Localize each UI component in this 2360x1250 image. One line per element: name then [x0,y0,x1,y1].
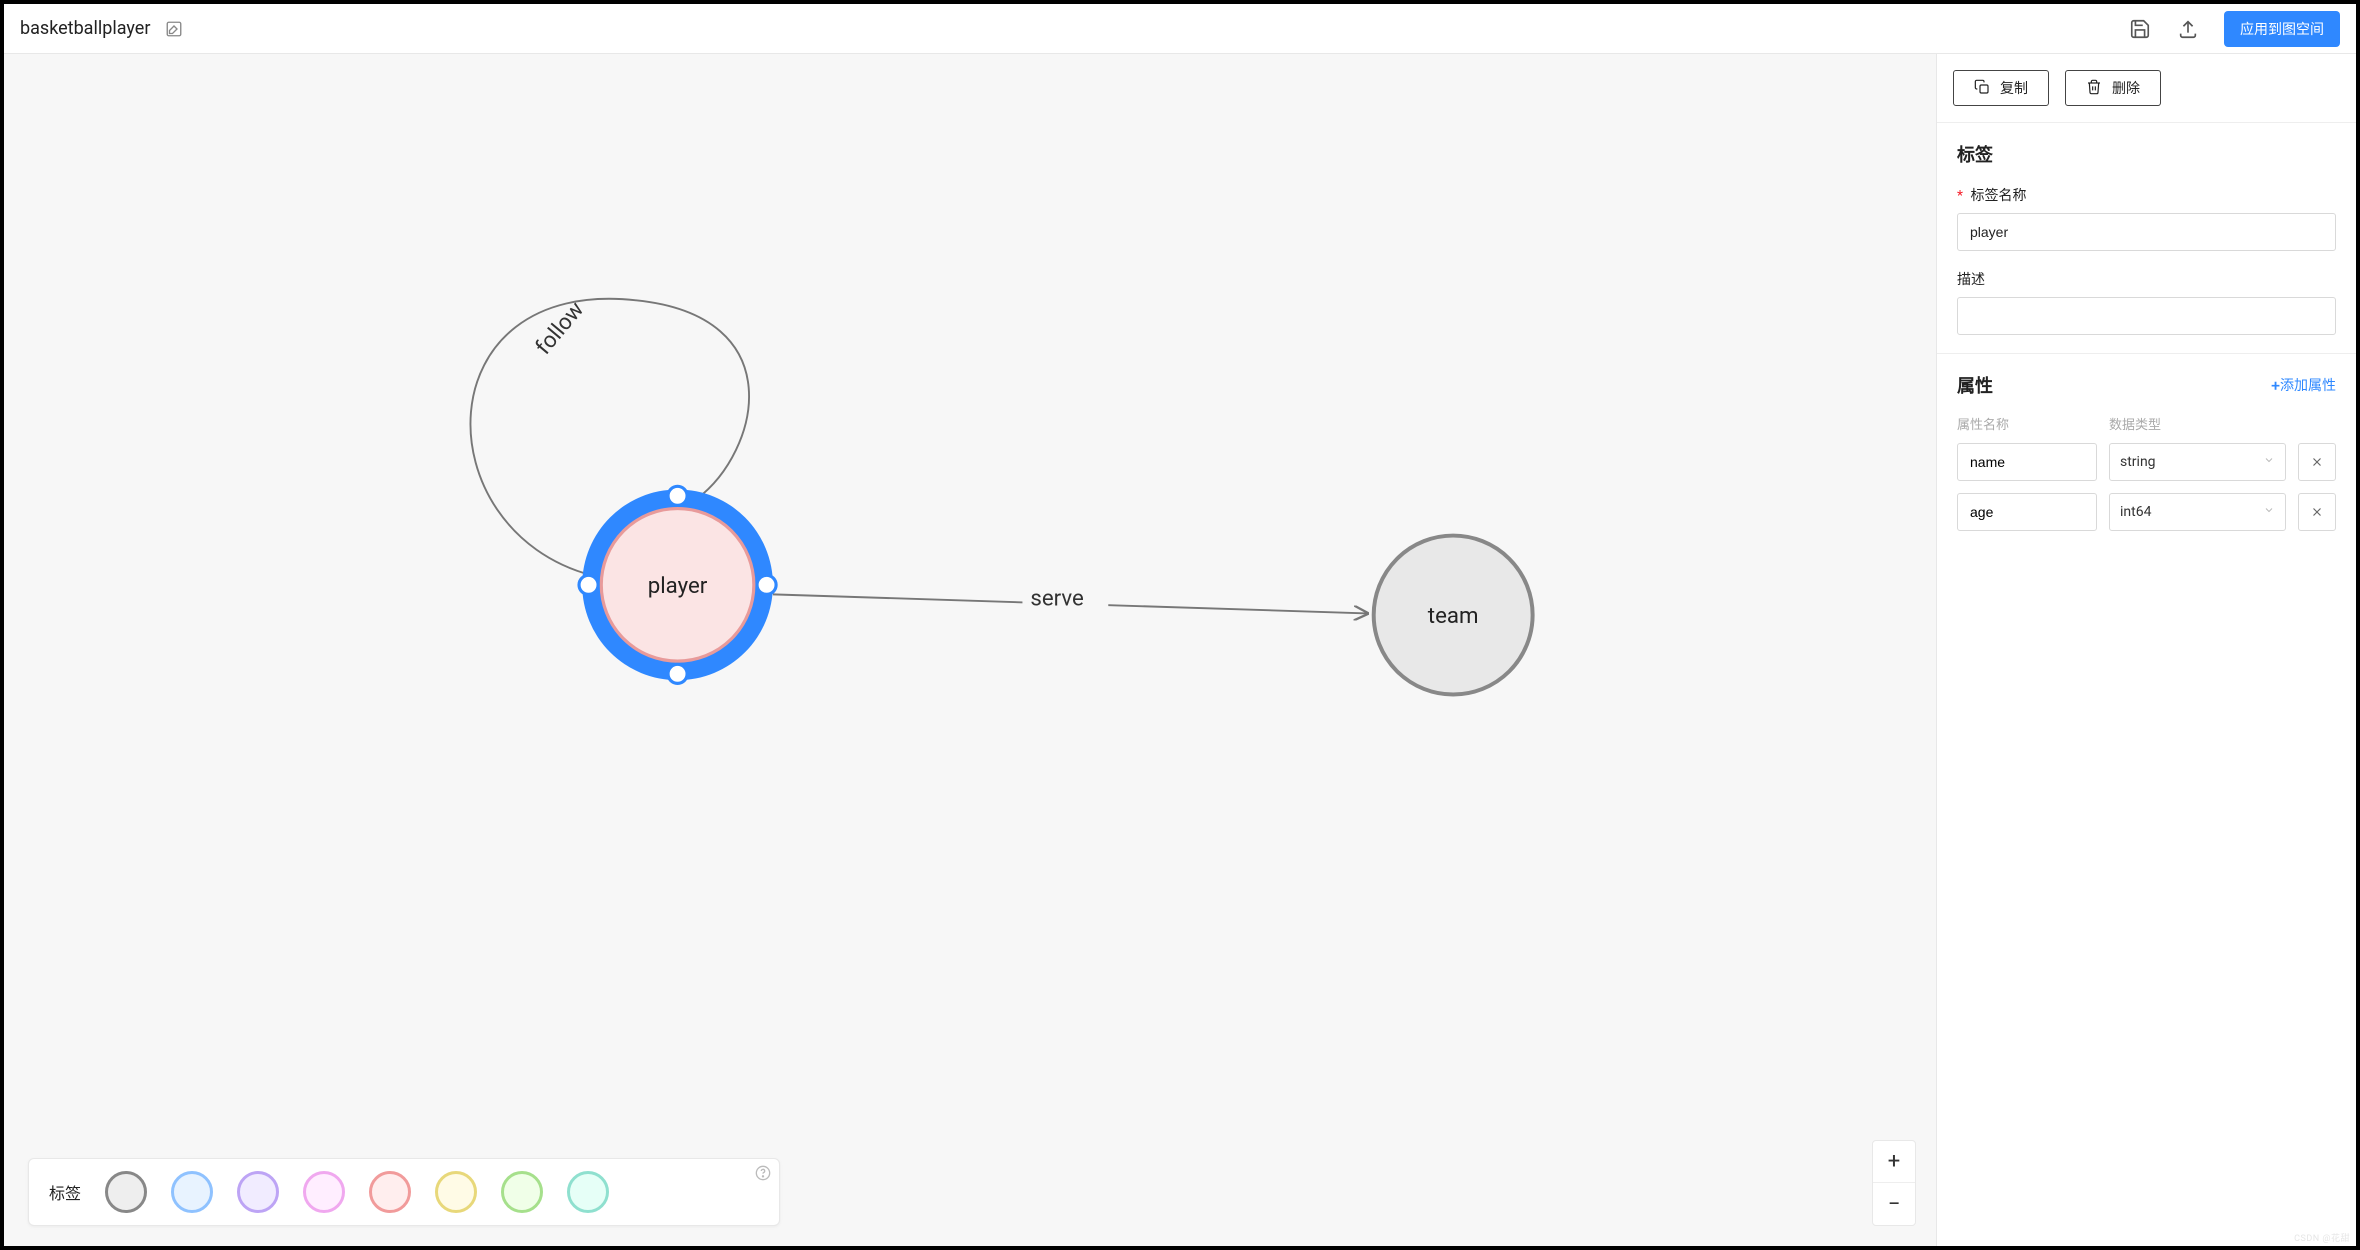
color-swatch-2[interactable] [237,1171,279,1213]
copy-button-label: 复制 [2000,78,2028,98]
zoom-in-button[interactable]: + [1873,1141,1915,1183]
schema-canvas[interactable]: follow serve team player [4,54,1936,1246]
property-type-select[interactable]: int64 [2109,493,2286,531]
copy-icon [1974,79,1990,98]
property-name-input[interactable] [1957,493,2097,531]
tag-name-input[interactable] [1957,213,2336,251]
color-swatch-4[interactable] [369,1171,411,1213]
watermark: CSDN @花甜 [2294,1231,2350,1244]
handle-bottom[interactable] [668,664,687,683]
handle-top[interactable] [668,486,687,505]
tag-desc-input[interactable] [1957,297,2336,335]
panel-actions: 复制 删除 [1937,54,2356,123]
header: basketballplayer 应用到图空间 [4,4,2356,54]
tag-palette: 标签 [28,1158,780,1226]
edge-follow-label: follow [530,296,589,359]
color-swatch-5[interactable] [435,1171,477,1213]
props-section: 属性 + 添加属性 属性名称 数据类型 string int64 [1937,354,2356,561]
plus-icon: + [2271,376,2280,395]
node-player[interactable]: player [579,486,776,683]
color-swatch-7[interactable] [567,1171,609,1213]
property-name-input[interactable] [1957,443,2097,481]
color-swatch-6[interactable] [501,1171,543,1213]
save-icon[interactable] [2120,9,2160,49]
trash-icon [2086,79,2102,98]
side-panel: 复制 删除 标签 [1936,54,2356,1246]
help-icon[interactable] [755,1165,771,1181]
zoom-out-button[interactable]: − [1873,1183,1915,1225]
handle-right[interactable] [757,575,776,594]
zoom-controls: + − [1872,1140,1916,1226]
node-team-label: team [1428,603,1479,629]
chevron-down-icon [2263,454,2275,470]
prop-name-header: 属性名称 [1957,414,2097,433]
props-section-title: 属性 [1957,372,1993,398]
palette-label: 标签 [49,1180,81,1204]
delete-button[interactable]: 删除 [2065,70,2161,106]
apply-to-space-button[interactable]: 应用到图空间 [2224,11,2340,47]
required-indicator: * [1957,188,1963,204]
color-swatch-0[interactable] [105,1171,147,1213]
add-property-button[interactable]: + 添加属性 [2271,375,2336,395]
tag-section: 标签 * 标签名称 描述 [1937,123,2356,354]
delete-button-label: 删除 [2112,78,2140,98]
chevron-down-icon [2263,504,2275,520]
export-icon[interactable] [2168,9,2208,49]
property-type-select[interactable]: string [2109,443,2286,481]
edit-title-icon[interactable] [162,17,186,41]
copy-button[interactable]: 复制 [1953,70,2049,106]
remove-property-button[interactable] [2298,443,2336,481]
property-row: int64 [1957,493,2336,531]
tag-name-label: * 标签名称 [1957,185,2336,205]
edge-serve-label: serve [1030,585,1083,611]
page-title: basketballplayer [20,18,150,39]
tag-desc-label: 描述 [1957,269,2336,289]
remove-property-button[interactable] [2298,493,2336,531]
node-player-label: player [648,573,708,599]
node-team[interactable]: team [1374,536,1533,695]
prop-type-header: 数据类型 [2109,414,2336,433]
color-swatch-1[interactable] [171,1171,213,1213]
handle-left[interactable] [579,575,598,594]
property-row: string [1957,443,2336,481]
tag-section-title: 标签 [1957,141,2336,167]
color-swatch-3[interactable] [303,1171,345,1213]
